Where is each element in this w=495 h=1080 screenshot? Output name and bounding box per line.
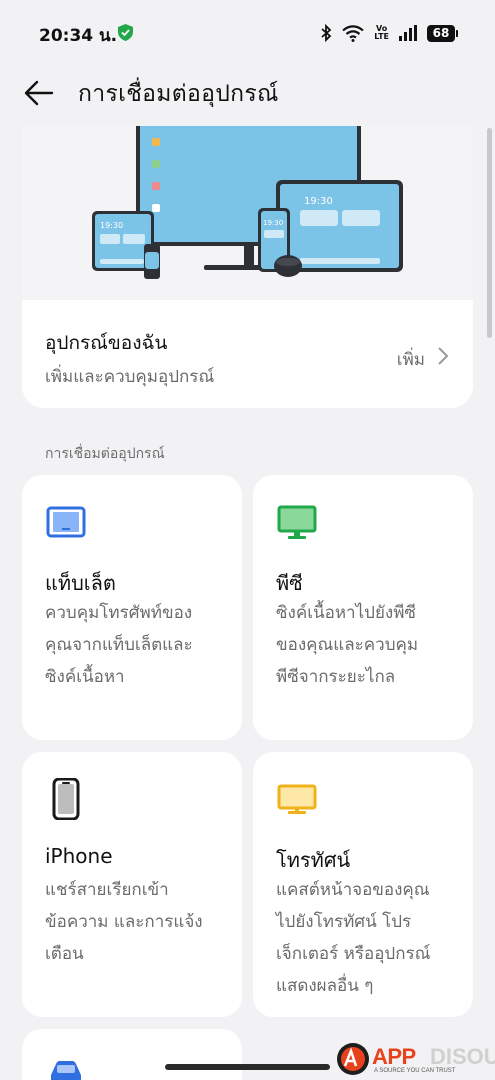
scrollbar[interactable]	[487, 128, 492, 338]
app-bar: การเชื่อมต่ออุปกรณ์	[0, 62, 495, 126]
iphone-card[interactable]: iPhone แชร์สายเรียกเข้า ข้อความ และการแจ…	[22, 752, 242, 1017]
status-bar: 20:34 น. Vo LTE 68	[0, 0, 495, 62]
back-arrow-icon[interactable]	[22, 76, 56, 110]
watermark-brand-a: APP	[372, 1044, 416, 1069]
tv-card[interactable]: โทรทัศน์ แคสต์หน้าจอของคุณ ไปยังโทรทัศน์…	[253, 752, 473, 1017]
small-tablet-time: 19:30	[100, 221, 123, 230]
chevron-right-icon	[438, 347, 449, 365]
home-indicator[interactable]	[165, 1064, 330, 1070]
phone-time: 19:30	[263, 219, 283, 227]
watermark-brand-b: DISOUS	[430, 1044, 495, 1069]
bluetooth-icon	[321, 24, 332, 42]
card-title: โทรทัศน์	[276, 848, 351, 872]
volte-indicator: Vo LTE	[374, 24, 389, 41]
car-icon	[51, 1061, 81, 1080]
card-description: แคสต์หน้าจอของคุณ ไปยังโทรทัศน์ โปร เจ็ก…	[276, 880, 431, 996]
my-devices-card: 19:30 19:30 19:30 อุปกรณ์ของฉัน เพิ่มและ…	[22, 126, 473, 408]
wifi-icon	[342, 24, 365, 42]
iphone-icon	[52, 778, 80, 820]
pc-card[interactable]: พีซี ซิงค์เนื้อหาไปยังพีซี ของคุณและควบค…	[253, 475, 473, 740]
my-devices-title: อุปกรณ์ของฉัน	[45, 332, 168, 354]
battery-indicator: 68	[427, 24, 458, 42]
card-description: ซิงค์เนื้อหาไปยังพีซี ของคุณและควบคุม พี…	[276, 603, 419, 687]
status-icons: Vo LTE 68	[321, 22, 458, 44]
status-time: 20:34 น.	[39, 26, 118, 46]
tablet-time: 19:30	[304, 196, 333, 207]
pc-icon	[277, 505, 317, 539]
signal-icon	[399, 25, 417, 41]
my-devices-subtitle: เพิ่มและควบคุมอุปกรณ์	[45, 367, 215, 387]
page-title: การเชื่อมต่ออุปกรณ์	[78, 81, 279, 107]
tablet-icon	[46, 506, 86, 538]
watermark-tagline: A SOURCE YOU CAN TRUST	[374, 1068, 456, 1074]
add-device-label[interactable]: เพิ่ม	[397, 346, 425, 373]
card-title: iPhone	[45, 844, 113, 868]
card-description: แชร์สายเรียกเข้า ข้อความ และการแจ้ง เตือ…	[45, 880, 203, 964]
tablet-card[interactable]: แท็บเล็ต ควบคุมโทรศัพท์ของ คุณจากแท็บเล็…	[22, 475, 242, 740]
card-title: พีซี	[276, 571, 303, 595]
car-card[interactable]	[22, 1029, 242, 1080]
watermark-logo: APP DISOUS A SOURCE YOU CAN TRUST	[336, 1040, 495, 1076]
card-description: ควบคุมโทรศัพท์ของ คุณจากแท็บเล็ตและ ซิงค…	[45, 603, 193, 687]
my-devices-row[interactable]: อุปกรณ์ของฉัน เพิ่มและควบคุมอุปกรณ์ เพิ่…	[22, 300, 473, 408]
tv-icon	[277, 784, 317, 814]
card-title: แท็บเล็ต	[45, 571, 116, 595]
shield-icon	[118, 24, 133, 41]
devices-illustration: 19:30 19:30 19:30	[22, 126, 473, 300]
appdisqus-logo-icon	[337, 1043, 369, 1075]
section-label: การเชื่อมต่ออุปกรณ์	[45, 446, 165, 462]
